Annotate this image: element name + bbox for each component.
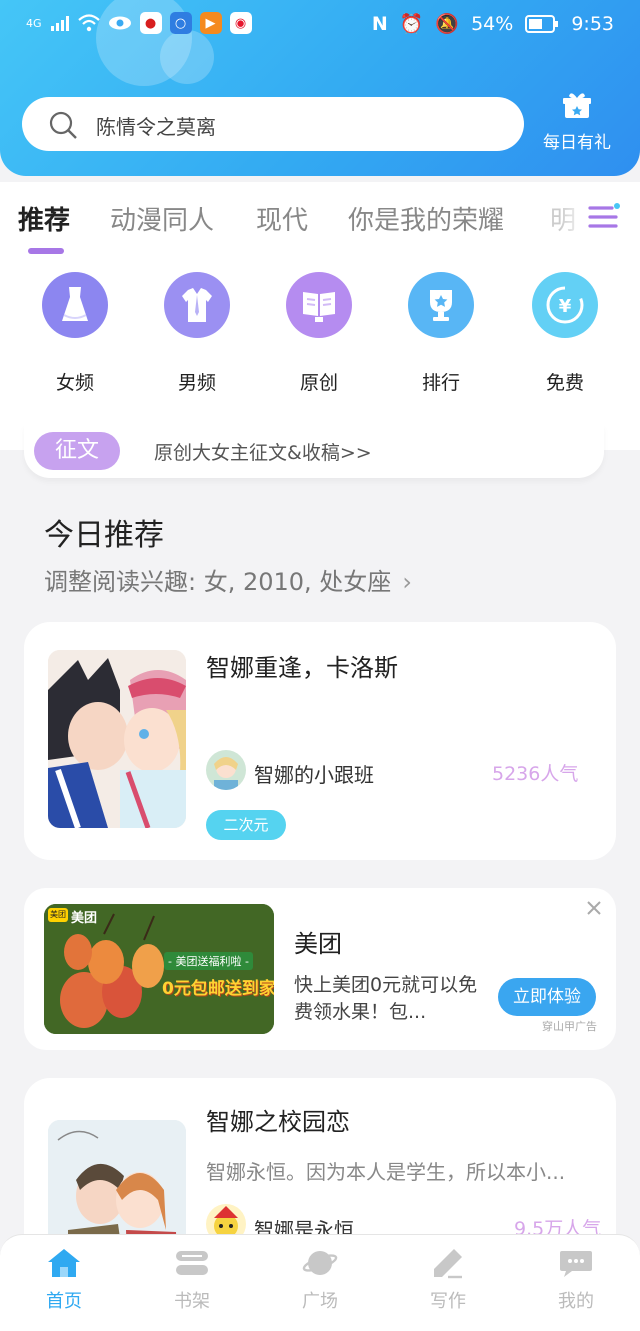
nav-bookshelf[interactable]: 书架 — [152, 1247, 232, 1313]
chevron-right-icon: › — [402, 568, 413, 596]
battery-percent: 54% — [471, 12, 514, 35]
category-label: 女频 — [55, 372, 94, 394]
daily-gift-button[interactable]: 每日有礼 — [542, 92, 612, 156]
category-label: 免费 — [545, 372, 584, 394]
genre-tag[interactable]: 二次元 — [206, 810, 286, 840]
category-female[interactable]: 女频 — [30, 272, 120, 395]
close-icon[interactable] — [586, 900, 602, 916]
tab-recommend[interactable]: 推荐 — [18, 200, 70, 237]
category-free[interactable]: ¥ 免费 — [520, 272, 610, 395]
section-title: 今日推荐 — [44, 518, 164, 553]
app-icon-play: ▶ — [199, 12, 222, 34]
book-title[interactable]: 智娜重逢，卡洛斯 — [206, 648, 398, 683]
tab-glory[interactable]: 你是我的荣耀 — [348, 200, 504, 237]
category-ranking[interactable]: 排行 — [396, 272, 486, 395]
nav-label: 书架 — [174, 1291, 210, 1312]
nfc-icon: N — [371, 12, 388, 35]
eye-icon — [108, 16, 131, 30]
wifi-icon — [77, 14, 100, 32]
meituan-logo: 美团 — [48, 908, 68, 922]
alarm-icon: ⏰ — [399, 13, 424, 35]
ad-cta-button[interactable]: 立即体验 — [498, 978, 596, 1016]
clock: 9:53 — [571, 12, 614, 35]
header: 4G ● ○ ▶ ◉ N ⏰ 🔕 54% 9:53 陈情令之莫离 每日有礼 — [0, 0, 640, 176]
author-name[interactable]: 智娜的小跟班 — [254, 759, 374, 788]
app-icon-red: ● — [139, 12, 162, 34]
svg-text:¥: ¥ — [559, 296, 572, 317]
tab-modern[interactable]: 现代 — [256, 200, 308, 237]
pen-icon — [434, 1249, 462, 1279]
book-description: 智娜永恒。因为本人是学生，所以本小... — [206, 1160, 566, 1184]
nav-label: 广场 — [302, 1291, 338, 1312]
interest-adjust-link[interactable]: 调整阅读兴趣: 女, 2010, 处女座 › — [44, 562, 412, 597]
banner-text: 原创大女主征文&收稿>> — [154, 442, 372, 464]
anime-cover-illustration — [48, 650, 186, 828]
gift-label: 每日有礼 — [543, 133, 611, 153]
event-banner[interactable]: 征文 原创大女主征文&收稿>> — [24, 424, 604, 478]
nav-plaza[interactable]: 广场 — [280, 1247, 360, 1313]
book-card[interactable]: 智娜重逢，卡洛斯 智娜的小跟班 5236人气 二次元 — [24, 622, 616, 860]
category-tabs: 推荐 动漫同人 现代 你是我的荣耀 明 — [0, 182, 640, 262]
home-icon — [48, 1249, 80, 1277]
popularity-count: 5236人气 — [492, 763, 579, 785]
planet-icon — [302, 1251, 338, 1275]
tab-anime-fanfic[interactable]: 动漫同人 — [110, 200, 214, 237]
signal-bars-icon — [50, 16, 69, 31]
category-label: 男频 — [177, 372, 216, 394]
category-shortcuts: 女频 男频 原创 排行 ¥ 免费 — [0, 262, 640, 450]
search-input[interactable]: 陈情令之莫离 — [96, 111, 216, 140]
ad-description: 快上美团0元就可以免费领水果！包... — [294, 974, 478, 1023]
book-cover[interactable] — [48, 650, 186, 828]
mute-icon: 🔕 — [435, 13, 460, 35]
nav-write[interactable]: 写作 — [408, 1247, 488, 1313]
chat-bubble-icon — [560, 1251, 592, 1277]
bottom-navigation: 首页 书架 广场 写作 我的 — [0, 1234, 640, 1331]
ad-card[interactable]: 美团 美团 - 美团送福利啦 - 0元包邮送到家 美团 快上美团0元就可以免费领… — [24, 888, 616, 1050]
book-icon — [286, 272, 352, 338]
nav-home[interactable]: 首页 — [24, 1247, 104, 1313]
gift-icon — [563, 93, 591, 118]
nav-label: 我的 — [558, 1291, 594, 1312]
nav-label: 写作 — [430, 1291, 466, 1312]
yuan-icon: ¥ — [532, 272, 598, 338]
author-avatar[interactable] — [206, 750, 246, 790]
menu-icon[interactable] — [586, 202, 622, 232]
ad-title[interactable]: 美团 — [294, 924, 342, 959]
banner-tag: 征文 — [34, 432, 120, 470]
shirt-icon — [164, 272, 230, 338]
category-label: 原创 — [299, 372, 338, 394]
search-bar[interactable]: 陈情令之莫离 — [22, 97, 524, 151]
status-bar: 4G ● ○ ▶ ◉ N ⏰ 🔕 54% 9:53 — [0, 0, 640, 50]
bookshelf-icon — [176, 1251, 208, 1275]
category-male[interactable]: 男频 — [152, 272, 242, 395]
nav-label: 首页 — [46, 1291, 82, 1312]
dress-icon — [42, 272, 108, 338]
nav-profile[interactable]: 我的 — [536, 1247, 616, 1313]
search-icon — [49, 111, 77, 139]
app-icon-search: ○ — [169, 12, 192, 34]
category-original[interactable]: 原创 — [274, 272, 364, 395]
ad-image-brand: 美团 — [71, 911, 98, 926]
ad-image-line2: 0元包邮送到家 — [162, 979, 274, 999]
trophy-icon — [408, 272, 474, 338]
category-label: 排行 — [421, 372, 460, 394]
ad-source-label: 穿山甲广告 — [542, 1020, 597, 1033]
book-title[interactable]: 智娜之校园恋 — [206, 1102, 350, 1137]
battery-icon — [525, 14, 559, 33]
signal-indicator: 4G — [26, 16, 42, 30]
active-tab-indicator — [28, 248, 64, 254]
section-subtitle: 调整阅读兴趣: 女, 2010, 处女座 — [44, 568, 392, 596]
weibo-icon: ◉ — [229, 12, 252, 34]
ad-image-line1: - 美团送福利啦 - — [164, 952, 253, 970]
ad-image[interactable]: 美团 美团 - 美团送福利啦 - 0元包邮送到家 — [44, 904, 274, 1034]
